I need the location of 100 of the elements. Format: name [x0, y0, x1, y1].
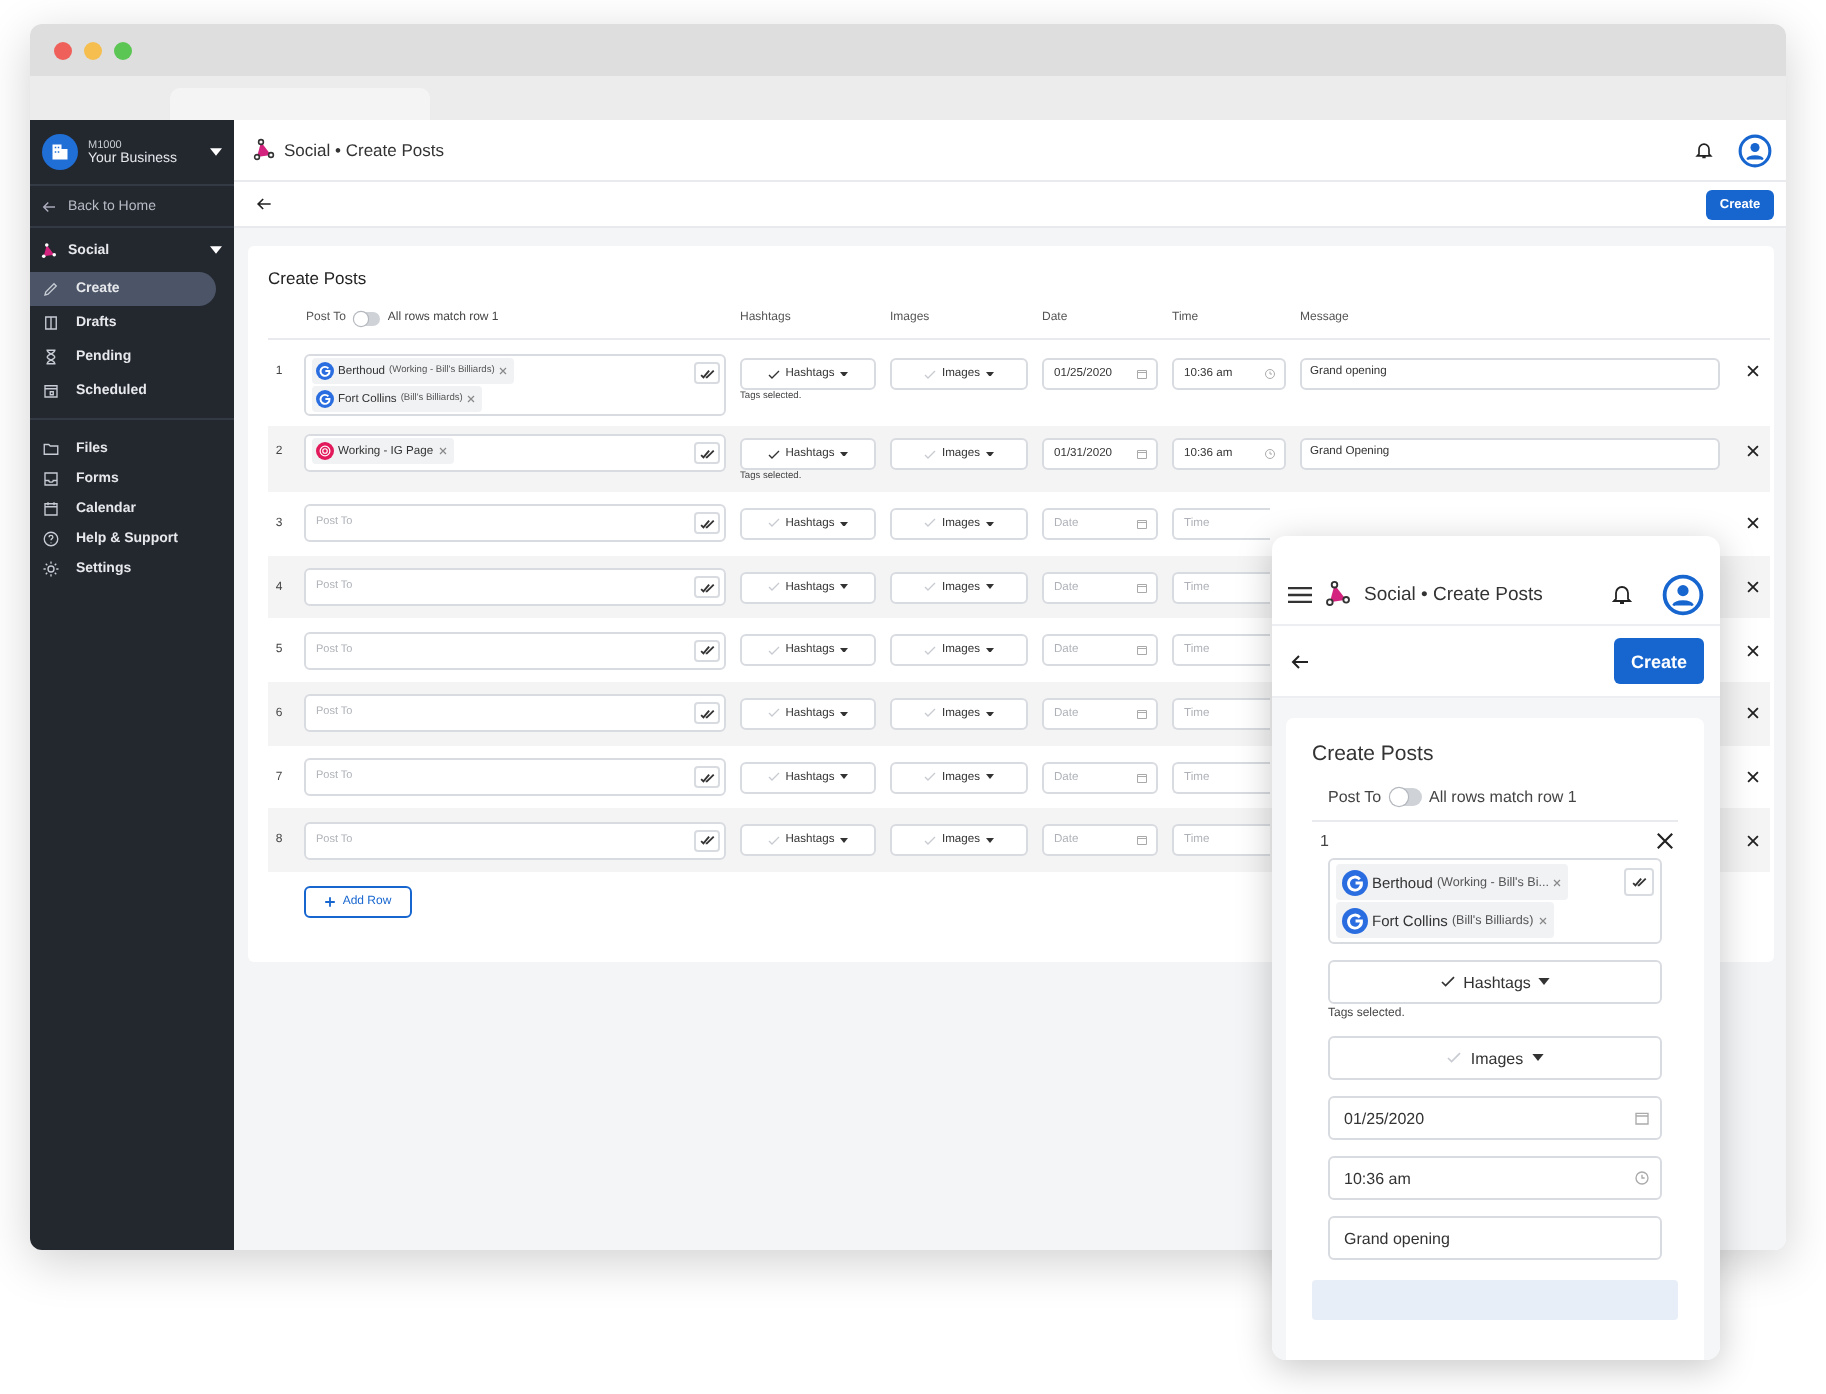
close-icon[interactable] [1656, 832, 1674, 850]
settings-icon [42, 560, 60, 578]
clock-icon [1264, 448, 1276, 460]
caret-icon [986, 774, 994, 780]
select-all-button[interactable] [694, 766, 720, 789]
calendar-icon [1136, 834, 1148, 847]
caret-icon [1531, 1054, 1544, 1062]
calendar-icon [1136, 771, 1148, 784]
remove-icon[interactable] [466, 394, 477, 404]
create-button[interactable]: Create [1614, 638, 1704, 684]
ring-logo-icon [316, 442, 334, 460]
double-check-icon [699, 517, 715, 530]
book-icon [42, 314, 60, 332]
select-all-button[interactable] [694, 512, 720, 535]
double-check-icon [699, 771, 715, 784]
calendar-icon [42, 382, 60, 400]
double-check-icon [699, 367, 715, 379]
close-icon[interactable] [1745, 444, 1759, 458]
card-title: Create Posts [268, 266, 369, 292]
caret-icon [840, 774, 849, 780]
time-field[interactable]: 10:36 am [1328, 1156, 1662, 1200]
bell-icon[interactable] [1694, 140, 1714, 160]
caret-icon [840, 647, 849, 653]
help-icon [42, 530, 60, 548]
caret-icon [840, 711, 849, 717]
select-all-button[interactable] [694, 362, 720, 384]
select-all-button[interactable] [694, 442, 720, 464]
select-all-button[interactable] [694, 829, 720, 852]
menu-icon[interactable] [1288, 585, 1312, 603]
caret-icon [210, 246, 222, 254]
remove-icon[interactable] [1552, 877, 1563, 887]
close-icon[interactable] [1745, 516, 1759, 531]
images-dropdown[interactable]: Images [1328, 1036, 1662, 1080]
caret-icon [986, 451, 994, 457]
folder-icon [42, 440, 60, 458]
row-number: 1 [1320, 832, 1329, 850]
remove-icon[interactable] [437, 446, 448, 456]
social-logo-icon [252, 138, 276, 162]
calendar-icon [1634, 1110, 1650, 1126]
page-title: Social • Create Posts [1364, 583, 1543, 605]
remove-icon[interactable] [1537, 915, 1548, 925]
column-header: Post To [1328, 788, 1382, 806]
social-logo-icon [40, 241, 58, 259]
select-all-button[interactable] [694, 576, 720, 599]
select-all-button[interactable] [1624, 868, 1654, 896]
hashtags-dropdown[interactable]: Hashtags [1328, 960, 1662, 1004]
social-logo-icon [1324, 580, 1352, 608]
building-icon [42, 134, 78, 170]
date-field[interactable]: 01/25/2020 [1328, 1096, 1662, 1140]
page-title: Social • Create Posts [284, 140, 444, 160]
toggle-switch[interactable] [353, 311, 380, 325]
back-arrow-icon[interactable] [254, 194, 274, 214]
remove-icon[interactable] [498, 366, 509, 376]
caret-icon [986, 647, 994, 653]
close-icon[interactable] [1745, 364, 1759, 378]
close-icon[interactable] [1745, 770, 1759, 785]
circle-logo-icon [316, 362, 334, 380]
avatar-icon[interactable] [1738, 133, 1772, 167]
plus-icon [324, 896, 337, 909]
double-check-icon [699, 707, 715, 720]
message-field[interactable]: Grand opening [1328, 1216, 1662, 1260]
caret-icon [986, 521, 994, 527]
pencil-icon [42, 280, 60, 298]
circle-logo-icon [1342, 869, 1368, 895]
caret-icon [840, 584, 849, 590]
bell-icon[interactable] [1610, 582, 1634, 606]
tray-icon [42, 470, 60, 488]
back-arrow-icon[interactable] [1288, 649, 1312, 673]
caret-icon [986, 838, 994, 844]
calendar-icon [1136, 448, 1148, 460]
double-check-icon [699, 447, 715, 459]
circle-logo-icon [316, 390, 334, 408]
circle-logo-icon [1342, 907, 1368, 933]
calendar-icon [1136, 581, 1148, 594]
calendar-icon [1136, 644, 1148, 657]
caret-icon [986, 584, 994, 590]
calendar-icon [1136, 517, 1148, 530]
caret-icon [840, 838, 849, 844]
clock-icon [1634, 1170, 1650, 1186]
caret-icon [986, 371, 994, 377]
double-check-icon [699, 581, 715, 594]
double-check-icon [699, 644, 715, 657]
hourglass-icon [42, 348, 60, 366]
card-title: Create Posts [1312, 740, 1436, 770]
avatar-icon[interactable] [1662, 573, 1704, 615]
close-icon[interactable] [1745, 706, 1759, 721]
caret-icon [840, 371, 849, 377]
double-check-icon [1631, 876, 1647, 888]
clock-icon [1264, 368, 1276, 380]
caret-icon [840, 451, 849, 457]
close-icon[interactable] [1745, 833, 1759, 848]
toggle-switch[interactable] [1389, 788, 1422, 806]
close-icon[interactable] [1745, 643, 1759, 658]
select-all-button[interactable] [694, 639, 720, 662]
caret-icon[interactable] [210, 148, 222, 156]
caret-icon [840, 521, 849, 527]
select-all-button[interactable] [694, 702, 720, 725]
close-icon[interactable] [1745, 580, 1759, 595]
calendar-icon [1136, 368, 1148, 380]
caret-icon [986, 711, 994, 717]
